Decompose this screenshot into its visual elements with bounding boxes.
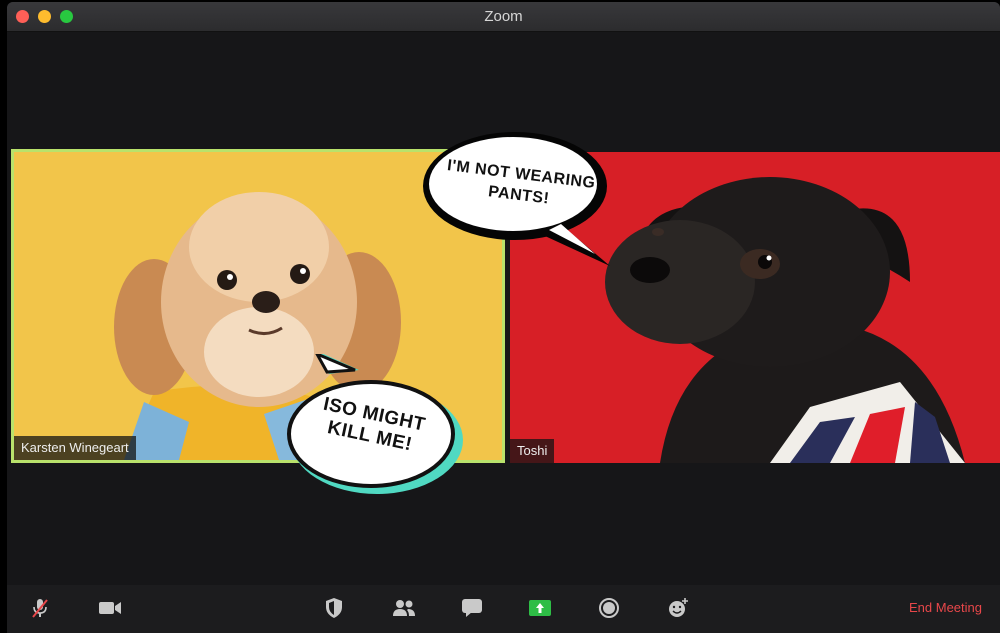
title-bar: Zoom [7,2,1000,32]
reactions-icon[interactable] [663,595,693,621]
record-icon[interactable] [594,595,624,621]
chat-icon[interactable] [457,595,487,621]
share-screen-icon[interactable] [525,595,555,621]
speech-bubble-toshi: I'M NOT WEARING PANTS! [415,128,625,268]
meeting-toolbar: End Meeting [7,585,1000,633]
participant-name-karsten: Karsten Winegeart [14,436,136,460]
participants-icon[interactable] [389,595,419,621]
security-shield-icon[interactable] [319,595,349,621]
zoom-window: Zoom Karsten Winegeart Toshi ISO MIGHT K… [7,2,1000,633]
window-title: Zoom [484,8,523,25]
speech-bubble-karsten: ISO MIGHT KILL ME! [277,350,467,499]
end-meeting-button[interactable]: End Meeting [909,600,982,615]
microphone-muted-icon[interactable] [25,595,55,621]
video-camera-icon[interactable] [95,595,125,621]
participant-name-toshi: Toshi [510,439,555,463]
